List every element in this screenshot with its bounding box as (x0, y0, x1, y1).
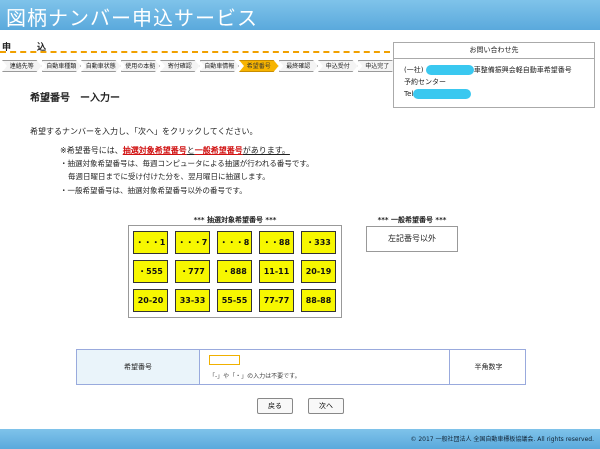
general-numbers-title: *** 一般希望番号 *** (377, 216, 447, 224)
contact-org-suffix: 車整備振興会軽自動車希望番号 (473, 66, 572, 74)
app-title: 図柄ナンバー申込サービス (6, 6, 258, 30)
step-3: 使用の本拠 (121, 60, 161, 72)
step-8: 申込受付 (318, 60, 358, 72)
lottery-number-cell: ・333 (301, 231, 336, 254)
lottery-number-cell: ・・・1 (133, 231, 168, 254)
step-6: 希望番号 (239, 60, 279, 72)
half-width-digits-note: 半角数字 (449, 350, 527, 384)
lottery-number-cell: 77-77 (259, 289, 294, 312)
bullet-lottery-schedule: 毎週日曜日までに受け付けた分を、翌月曜日に抽選します。 (68, 172, 270, 181)
number-types-note: ※希望番号には、抽選対象希望番号と一般希望番号があります。 (60, 145, 290, 156)
contact-org-prefix: (一社) (404, 66, 424, 74)
desired-number-label: 希望番号 (77, 350, 200, 384)
lottery-number-cell: ・555 (133, 260, 168, 283)
bullet-general: ・一般希望番号は、抽選対象希望番号以外の番号です。 (60, 186, 247, 195)
contact-tel-label: Tel (404, 90, 414, 98)
lottery-numbers-title: *** 抽選対象希望番号 *** (193, 216, 277, 224)
lottery-number-cell: ・888 (217, 260, 252, 283)
lottery-number-cell: 88-88 (301, 289, 336, 312)
redacted-mark (425, 65, 474, 75)
lottery-number-cell: 33-33 (175, 289, 210, 312)
note-lottery-term: 抽選対象希望番号 (122, 146, 187, 155)
contact-org: (一社) 車整備振興会軽自動車希望番号 (404, 65, 572, 75)
desired-number-hint: 「-」や「・」の入力は不要です。 (209, 373, 301, 380)
lottery-number-cell: 11-11 (259, 260, 294, 283)
back-button[interactable]: 戻る (257, 398, 293, 414)
step-2: 自動車状態 (81, 60, 121, 72)
lottery-number-cell: ・777 (175, 260, 210, 283)
desired-number-row: 希望番号 「-」や「・」の入力は不要です。 半角数字 (76, 349, 526, 385)
lottery-number-cell: ・・88 (259, 231, 294, 254)
desired-number-input[interactable] (209, 355, 240, 365)
apply-divider (0, 51, 390, 53)
lottery-number-cell: 55-55 (217, 289, 252, 312)
step-progress-bar: 連絡先等 自動車種類 自動車状態 使用の本拠 寄付確認 自動車情報 希望番号 最終確認 申込受付… (2, 60, 390, 72)
next-button[interactable]: 次へ (308, 398, 344, 414)
step-4: 寄付確認 (160, 60, 200, 72)
contact-tel: Tel (404, 89, 472, 99)
note-prefix: ※希望番号には、 (60, 146, 123, 155)
step-9: 申込完了 (358, 60, 398, 72)
step-0: 連絡先等 (2, 60, 42, 72)
step-5: 自動車情報 (200, 60, 240, 72)
note-mid: と (186, 146, 195, 155)
lottery-number-cell: 20-19 (301, 260, 336, 283)
app-header: 図柄ナンバー申込サービス (0, 0, 600, 30)
instruction-text: 希望するナンバーを入力し、「次へ」をクリックしてください。 (30, 127, 258, 136)
note-suffix: があります。 (242, 146, 290, 155)
lottery-numbers-grid: ・・・1 ・・・7 ・・・8 ・・88 ・333 ・555 ・777 ・888 11-11 20-… (128, 225, 342, 318)
redacted-mark (413, 89, 472, 99)
contact-center: 予約センター (404, 78, 446, 86)
copyright-text: © 2017 一般社団法人 全国自動車標板協議会. All rights res… (410, 436, 594, 443)
general-numbers-box: 左記番号以外 (366, 226, 458, 252)
note-general-term: 一般希望番号 (194, 146, 243, 155)
section-title: 希望番号 ー入力ー (30, 93, 120, 104)
lottery-number-cell: ・・・8 (217, 231, 252, 254)
contact-panel: お問い合わせ先 (一社) 車整備振興会軽自動車希望番号 予約センター Tel (393, 42, 595, 108)
lottery-number-cell: 20-20 (133, 289, 168, 312)
step-7: 最終確認 (279, 60, 319, 72)
step-1: 自動車種類 (42, 60, 82, 72)
lottery-number-cell: ・・・7 (175, 231, 210, 254)
bullet-lottery: ・抽選対象希望番号は、毎週コンピュータによる抽選が行われる番号です。 (60, 159, 314, 168)
footer: © 2017 一般社団法人 全国自動車標板協議会. All rights res… (0, 429, 600, 449)
contact-title: お問い合わせ先 (394, 43, 594, 59)
